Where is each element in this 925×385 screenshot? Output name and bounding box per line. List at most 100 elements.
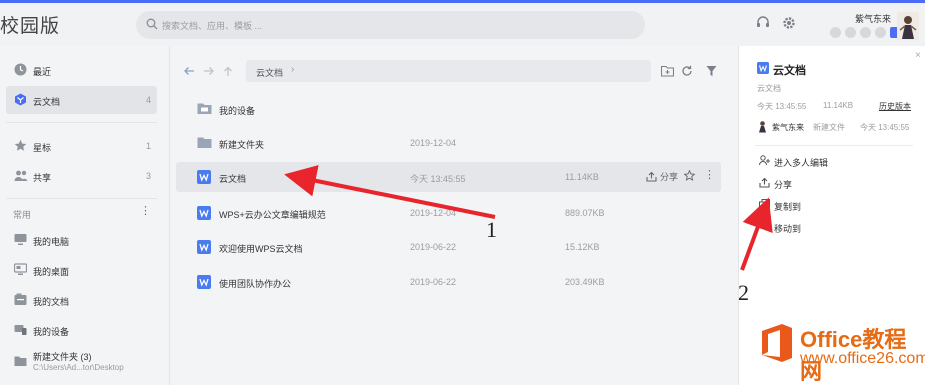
file-size: 15.12KB <box>565 242 600 252</box>
file-row[interactable]: 我的设备 <box>176 94 721 124</box>
sidebar-item-label: 我的桌面 <box>33 267 70 277</box>
more-options-icon[interactable]: ⋮ <box>140 204 151 217</box>
office-logo-icon <box>762 324 792 362</box>
share-button[interactable]: 分享 <box>646 170 678 183</box>
copy-to-action[interactable]: 复制到 <box>757 197 907 215</box>
badge-dot <box>860 27 871 38</box>
file-name: 新建文件夹 <box>219 140 265 150</box>
sidebar-item-count: 1 <box>145 141 151 151</box>
panel-size: 11.14KB <box>823 101 854 110</box>
sidebar-item-recent[interactable]: 最近 <box>6 56 157 84</box>
people-icon <box>14 170 28 181</box>
share-icon <box>646 171 657 182</box>
search-icon <box>146 18 158 30</box>
folder-icon <box>197 137 212 148</box>
section-label-common: 常用 <box>13 210 32 220</box>
sidebar-item-cloud-docs[interactable]: 云文档 4 <box>6 86 157 114</box>
file-size: 889.07KB <box>565 208 605 218</box>
sidebar-item-my-computer[interactable]: 我的电脑 <box>6 226 157 254</box>
file-list-area: 云文档 › 我的设备 新建文件夹 2019-12-04 云文档 今天 13:45… <box>171 46 737 385</box>
action-label: 进入多人编辑 <box>774 158 829 168</box>
sidebar-item-label: 最近 <box>33 67 52 77</box>
search-input[interactable]: 搜索文档、应用、模板 ... <box>136 11 645 39</box>
file-row-selected[interactable]: 云文档 今天 13:45:55 11.14KB 分享 ⋮ <box>176 162 721 192</box>
panel-action-time: 今天 13:45:55 <box>860 123 910 132</box>
sidebar-item-count: 3 <box>145 171 151 181</box>
annotation-number-1: 1 <box>486 217 497 242</box>
divider <box>6 198 157 199</box>
breadcrumb[interactable]: 云文档 › <box>246 60 651 82</box>
badge-dot <box>875 27 886 38</box>
file-row[interactable]: 使用团队协作办公 2019-06-22 203.49KB <box>176 267 721 297</box>
sidebar-item-starred[interactable]: 星标 1 <box>6 132 157 160</box>
file-row[interactable]: 新建文件夹 2019-12-04 <box>176 128 721 158</box>
move-to-action[interactable]: 移动到 <box>757 219 907 237</box>
sidebar-item-my-devices[interactable]: 我的设备 <box>6 316 157 344</box>
clock-icon <box>14 63 27 76</box>
sidebar-item-label: 新建文件夹 (3) <box>33 352 92 362</box>
sidebar-item-label: 我的文档 <box>33 297 70 307</box>
file-row[interactable]: WPS+云办公文章编辑规范 2019-12-04 889.07KB <box>176 198 721 228</box>
headset-icon[interactable] <box>756 16 770 30</box>
file-row[interactable]: 欢迎使用WPS云文档 2019-06-22 15.12KB <box>176 232 721 262</box>
sidebar-item-my-documents[interactable]: 我的文档 <box>6 286 157 314</box>
sidebar-item-label: 星标 <box>33 143 52 153</box>
back-arrow-icon[interactable] <box>183 66 195 76</box>
user-avatar-icon <box>759 121 766 133</box>
history-versions-link[interactable]: 历史版本 <box>879 101 911 112</box>
sidebar-item-new-folder[interactable]: 新建文件夹 (3) <box>6 346 157 378</box>
device-icon <box>14 325 27 335</box>
avatar[interactable] <box>897 12 919 40</box>
wps-doc-icon <box>197 170 211 184</box>
new-folder-icon[interactable] <box>661 65 674 77</box>
sidebar-item-shared[interactable]: 共享 3 <box>6 162 157 190</box>
gear-icon[interactable] <box>782 16 796 30</box>
share-action[interactable]: 分享 <box>757 175 907 193</box>
device-folder-icon <box>197 103 212 114</box>
sidebar-item-label: 共享 <box>33 173 52 183</box>
user-name[interactable]: 紫气东来 <box>855 12 891 25</box>
panel-title: 云文档 <box>773 65 806 77</box>
chevron-right-icon: › <box>291 64 295 75</box>
filter-icon[interactable] <box>706 65 717 77</box>
panel-modified: 今天 13:45:55 <box>757 102 807 111</box>
cloud-doc-icon <box>15 93 26 106</box>
more-options-icon[interactable]: ⋮ <box>704 170 715 181</box>
star-icon[interactable] <box>684 170 695 181</box>
add-user-icon <box>759 155 770 166</box>
multi-edit-action[interactable]: 进入多人编辑 <box>757 153 907 171</box>
documents-icon <box>14 293 27 305</box>
file-date: 2019-12-04 <box>410 138 457 148</box>
file-date: 2019-06-22 <box>410 277 457 287</box>
copy-icon <box>759 199 770 210</box>
panel-location: 云文档 <box>757 84 781 93</box>
desktop-icon <box>14 263 27 275</box>
watermark: Office教程网 www.office26.com <box>760 318 925 384</box>
annotation-number-2: 2 <box>738 280 749 305</box>
wps-doc-icon <box>197 240 211 254</box>
badge-dot <box>845 27 856 38</box>
file-size: 11.14KB <box>565 172 599 182</box>
app-brand: 校园版 <box>0 16 61 37</box>
action-label: 分享 <box>774 180 793 190</box>
search-placeholder: 搜索文档、应用、模板 ... <box>162 21 263 31</box>
file-name: 欢迎使用WPS云文档 <box>219 244 303 254</box>
sidebar-item-label: 我的设备 <box>33 327 70 337</box>
sidebar-item-label: 云文档 <box>33 97 61 107</box>
file-date: 2019-06-22 <box>410 242 457 252</box>
computer-icon <box>14 234 27 245</box>
divider <box>6 122 157 123</box>
file-size: 203.49KB <box>565 277 605 287</box>
wps-doc-icon <box>757 62 769 74</box>
file-name: 使用团队协作办公 <box>219 279 292 289</box>
close-icon[interactable]: × <box>915 50 921 61</box>
file-name: WPS+云办公文章编辑规范 <box>219 210 326 220</box>
star-icon <box>14 139 27 151</box>
sidebar-item-my-desktop[interactable]: 我的桌面 <box>6 256 157 284</box>
action-label: 移动到 <box>774 224 802 234</box>
divider <box>755 145 913 146</box>
folder-icon <box>14 356 27 366</box>
up-arrow-icon[interactable] <box>223 66 233 77</box>
refresh-icon[interactable] <box>681 65 693 77</box>
forward-arrow-icon[interactable] <box>203 66 215 76</box>
